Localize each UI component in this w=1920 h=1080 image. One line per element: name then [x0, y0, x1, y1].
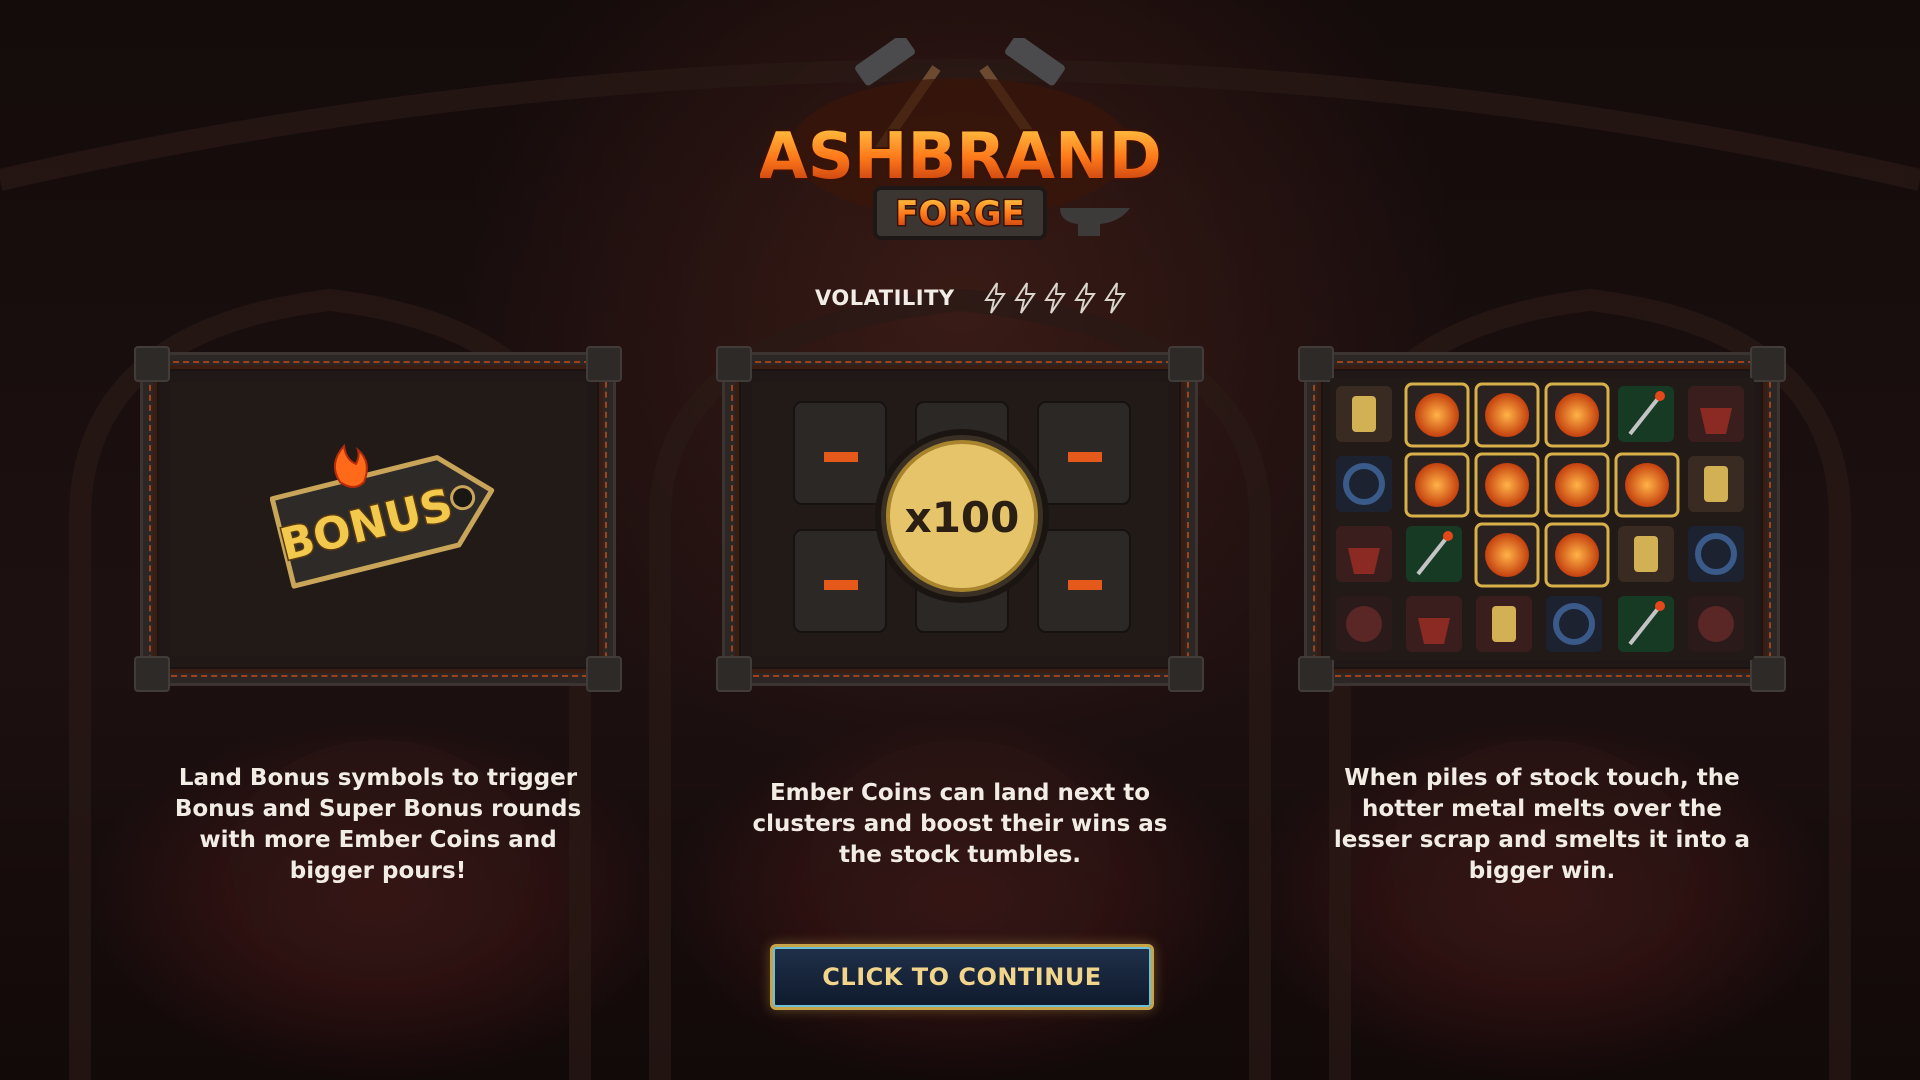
cluster-description: When piles of stock touch, the hotter me…: [1333, 765, 1751, 884]
symbol-grid: [1336, 382, 1744, 652]
volatility-indicator: VOLATILITY: [815, 282, 1127, 314]
bolt-icon: [1013, 282, 1036, 314]
bolt-icon: [1043, 282, 1066, 314]
bolt-icon: [1073, 282, 1096, 314]
svg-text:FORGE: FORGE: [895, 194, 1024, 234]
bolt-icon: [1103, 282, 1126, 314]
svg-text:ASHBRAND: ASHBRAND: [760, 120, 1160, 194]
bolt-icon: [983, 282, 1006, 314]
svg-text:x100: x100: [905, 493, 1020, 542]
volatility-label: VOLATILITY: [815, 286, 955, 310]
ember-coin-description: Ember Coins can land next to clusters an…: [752, 780, 1168, 868]
bonus-tag-icon: BONUS: [270, 443, 495, 589]
flame-icon: [333, 443, 368, 488]
bonus-description: Land Bonus symbols to trigger Bonus and …: [174, 765, 582, 884]
helmet-grid: x100: [793, 401, 1131, 633]
cluster-panel: [1298, 346, 1786, 692]
bonus-panel: BONUS: [134, 346, 622, 692]
game-logo: ASHBRAND FORGE: [760, 38, 1160, 240]
continue-button[interactable]: CLICK TO CONTINUE: [770, 944, 1154, 1010]
grid-cells: [1336, 382, 1744, 652]
ember-coin-panel: x100: [716, 346, 1204, 692]
volatility-bolts: [983, 282, 1127, 314]
